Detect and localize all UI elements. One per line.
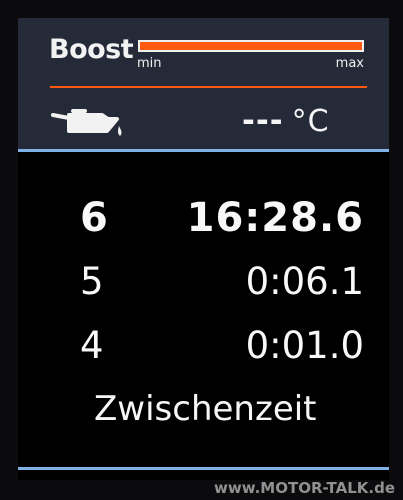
panel-divider	[50, 86, 367, 88]
boost-min-label: min	[137, 56, 162, 71]
boost-label: Boost	[49, 34, 134, 65]
lap-number: 5	[80, 260, 104, 303]
oil-temperature-unit: °C	[291, 104, 330, 139]
watermark: www.MOTOR-TALK.de	[213, 479, 395, 497]
lap-number: 4	[80, 324, 104, 367]
oil-temperature-value: ---	[242, 103, 284, 139]
separator-bottom	[18, 467, 389, 470]
oil-can-icon	[51, 109, 122, 136]
oil-temperature: --- °C	[242, 103, 330, 139]
lap-time: 0:06.1	[245, 260, 364, 303]
separator-top	[18, 149, 389, 152]
lap-number: 6	[80, 195, 109, 241]
lap-time: 16:28.6	[186, 195, 364, 241]
boost-gauge-bar	[138, 40, 364, 52]
split-time-caption: Zwischenzeit	[94, 389, 317, 429]
lap-time: 0:01.0	[245, 324, 364, 367]
boost-max-label: max	[335, 56, 364, 71]
